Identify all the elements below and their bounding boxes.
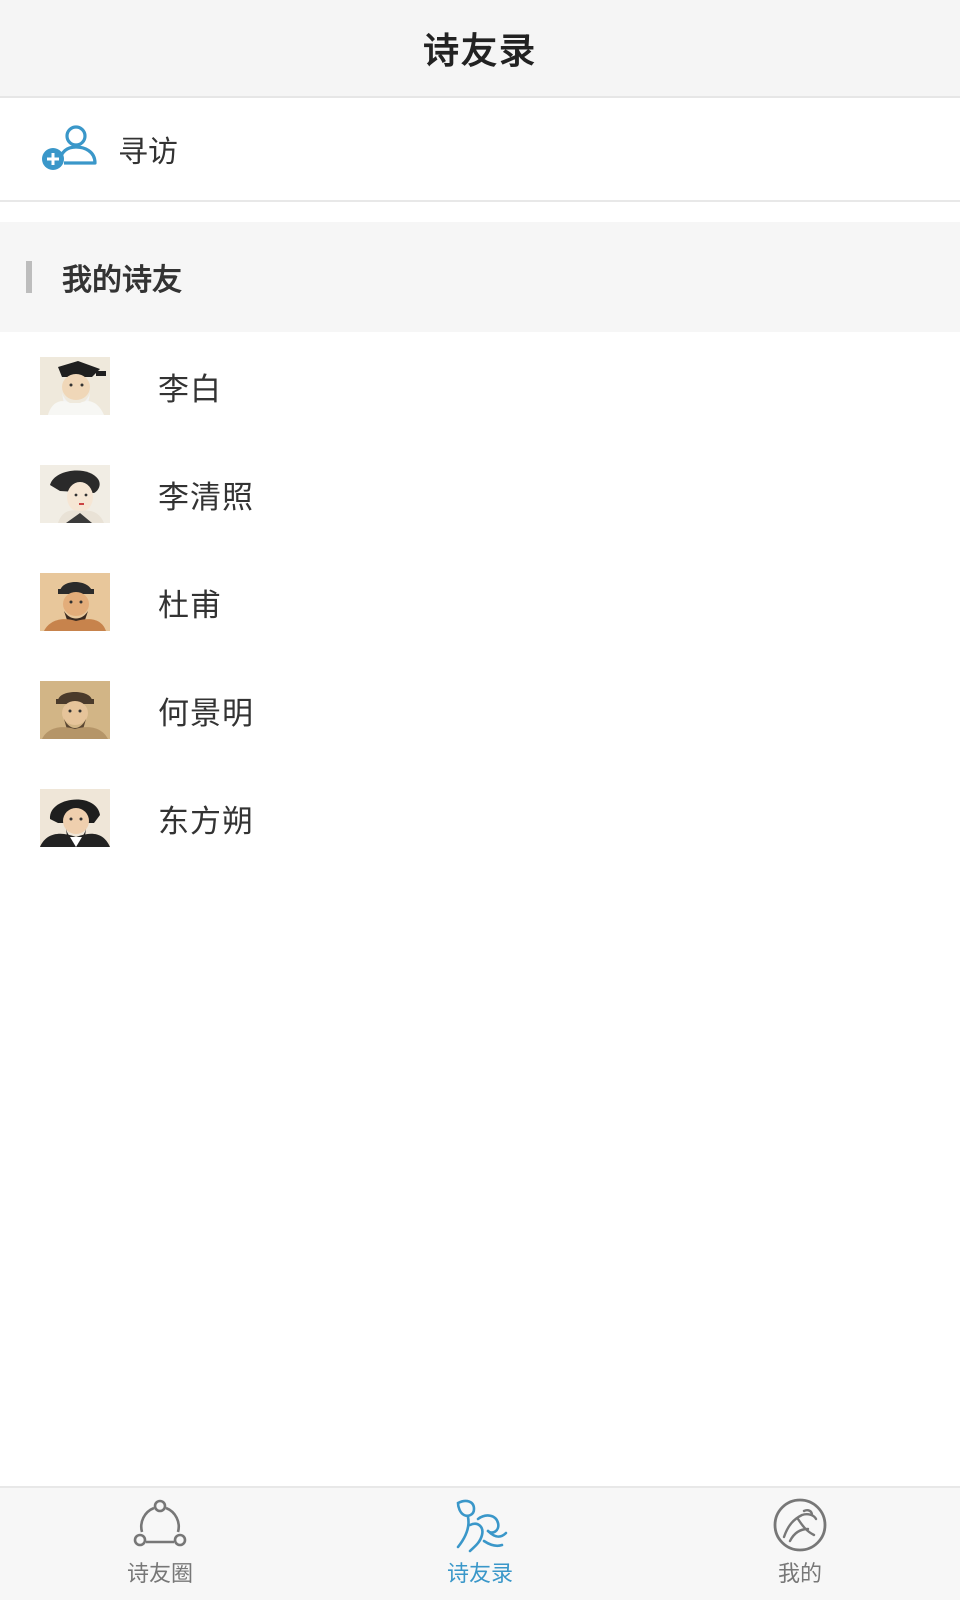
- my-friends-section-header: 我的诗友: [0, 222, 960, 332]
- tab-mine[interactable]: 我的: [640, 1488, 960, 1600]
- section-accent-bar: [26, 261, 32, 293]
- friend-name: 李白: [158, 371, 222, 408]
- page-title: 诗友录: [422, 31, 537, 72]
- li-qingzhao-avatar: [40, 465, 110, 523]
- section-title: 我的诗友: [62, 263, 182, 298]
- he-jingming-avatar: [40, 681, 110, 739]
- friend-list: 李白 李清照 杜甫 何景明 东方朔: [0, 332, 960, 872]
- top-header: 诗友录: [0, 0, 960, 98]
- friend-item-dongfang-shuo[interactable]: 东方朔: [0, 764, 960, 872]
- friend-item-he-jingming[interactable]: 何景明: [0, 656, 960, 764]
- friend-name: 杜甫: [158, 587, 222, 624]
- dongfang-shuo-avatar: [40, 789, 110, 847]
- friend-name: 李清照: [158, 479, 254, 516]
- du-fu-avatar: [40, 573, 110, 631]
- visit-label: 寻访: [118, 135, 178, 170]
- friend-item-li-qingzhao[interactable]: 李清照: [0, 440, 960, 548]
- profile-emblem-icon: [768, 1496, 832, 1554]
- friend-item-du-fu[interactable]: 杜甫: [0, 548, 960, 656]
- add-user-icon: [38, 122, 104, 176]
- visit-search-row[interactable]: 寻访: [0, 98, 960, 202]
- tab-label: 诗友圈: [126, 1562, 193, 1587]
- friend-item-li-bai[interactable]: 李白: [0, 332, 960, 440]
- poet-figure-icon: [448, 1496, 512, 1554]
- friend-name: 东方朔: [158, 803, 254, 840]
- friend-name: 何景明: [158, 695, 254, 732]
- tab-label: 诗友录: [446, 1562, 513, 1587]
- li-bai-avatar: [40, 357, 110, 415]
- bottom-tabbar: 诗友圈 诗友录 我的: [0, 1486, 960, 1600]
- tab-label: 我的: [777, 1562, 822, 1587]
- tab-poet-directory[interactable]: 诗友录: [320, 1488, 640, 1600]
- tab-poet-circle[interactable]: 诗友圈: [0, 1488, 320, 1600]
- circle-network-icon: [128, 1496, 192, 1554]
